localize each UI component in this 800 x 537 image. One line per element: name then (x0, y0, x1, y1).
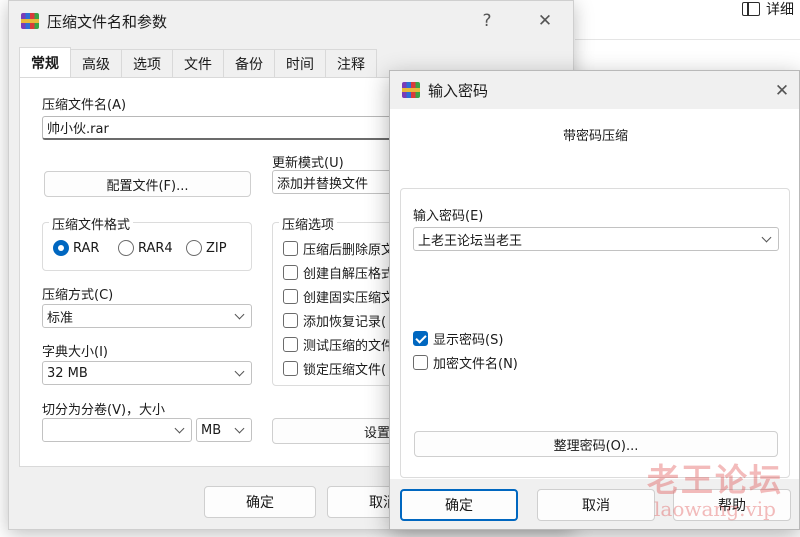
details-button[interactable]: 详细 (742, 0, 794, 18)
sfx-checkbox[interactable]: 创建自解压格式 (283, 263, 394, 282)
tab-general[interactable]: 常规 (19, 47, 71, 77)
split-size-combo[interactable] (42, 418, 192, 442)
method-value: 标准 (47, 310, 74, 326)
password-group: 输入密码(E) 上老王论坛当老王 显示密码(S) 加密文件名(N) 整理密码(O… (400, 188, 790, 478)
tab-advanced[interactable]: 高级 (70, 49, 122, 77)
profiles-button[interactable]: 配置文件(F)... (44, 171, 251, 197)
ok-button[interactable]: 确定 (204, 486, 316, 518)
encrypt-names-label: 加密文件名(N) (433, 357, 518, 372)
solid-label: 创建固实压缩文 (303, 291, 395, 306)
recovery-record-checkbox[interactable]: 添加恢复记录( (283, 311, 386, 330)
checkbox-box (283, 313, 298, 328)
password-input[interactable]: 上老王论坛当老王 (413, 227, 779, 251)
update-mode-label: 更新模式(U) (272, 156, 344, 171)
details-label: 详细 (766, 2, 794, 18)
checkbox-box (283, 241, 298, 256)
solid-checkbox[interactable]: 创建固实压缩文 (283, 287, 394, 306)
options-group-title: 压缩选项 (279, 214, 338, 233)
dict-value: 32 MB (47, 365, 88, 381)
title-bar[interactable]: 压缩文件名和参数 ? ✕ (9, 1, 573, 41)
tab-files[interactable]: 文件 (172, 49, 224, 77)
delete-after-label: 压缩后删除原文 (303, 243, 395, 258)
password-ok-button[interactable]: 确定 (400, 489, 518, 521)
method-select[interactable]: 标准 (42, 304, 252, 328)
dict-label: 字典大小(I) (42, 345, 108, 360)
split-unit-select[interactable]: MB (196, 418, 252, 442)
show-password-label: 显示密码(S) (433, 333, 504, 348)
radio-dot (118, 240, 134, 256)
checkbox-box (283, 265, 298, 280)
archive-name-label: 压缩文件名(A) (42, 98, 127, 113)
lock-archive-label: 锁定压缩文件( (303, 363, 387, 378)
format-zip-label: ZIP (206, 240, 227, 256)
dialog-title: 压缩文件名和参数 (47, 12, 168, 31)
checkbox-box (283, 361, 298, 376)
recovery-record-label: 添加恢复记录( (303, 315, 387, 330)
chevron-down-icon (234, 366, 245, 377)
checkbox-box (413, 355, 428, 370)
password-heading: 带密码压缩 (562, 129, 628, 144)
password-value: 上老王论坛当老王 (418, 233, 523, 249)
winrar-app-icon (21, 13, 39, 29)
password-label: 输入密码(E) (413, 209, 484, 224)
chevron-down-icon (234, 423, 245, 434)
tab-backup[interactable]: 备份 (223, 49, 275, 77)
tab-time[interactable]: 时间 (274, 49, 326, 77)
lock-archive-checkbox[interactable]: 锁定压缩文件( (283, 359, 386, 378)
format-rar4-radio[interactable]: RAR4 (118, 240, 173, 256)
details-pane-icon (742, 2, 760, 16)
tab-strip: 常规 高级 选项 文件 备份 时间 注释 (19, 47, 377, 77)
format-zip-radio[interactable]: ZIP (186, 240, 227, 256)
show-password-checkbox[interactable]: 显示密码(S) (413, 329, 503, 348)
archive-name-value: 帅小伙.rar (47, 122, 109, 137)
format-rar-radio[interactable]: RAR (53, 240, 99, 256)
tab-options[interactable]: 选项 (121, 49, 173, 77)
checkbox-checked (413, 331, 428, 346)
winrar-app-icon (402, 82, 420, 98)
update-mode-value: 添加并替换文件 (277, 176, 369, 192)
delete-after-checkbox[interactable]: 压缩后删除原文 (283, 239, 394, 258)
checkbox-box (283, 289, 298, 304)
tab-comment[interactable]: 注释 (325, 49, 377, 77)
chevron-down-icon (174, 423, 185, 434)
format-rar-label: RAR (73, 240, 100, 256)
checkbox-box (283, 337, 298, 352)
test-files-label: 测试压缩的文件 (303, 339, 395, 354)
radio-dot (186, 240, 202, 256)
password-title-bar[interactable]: 输入密码 ✕ (390, 71, 799, 109)
split-label: 切分为分卷(V)，大小 (42, 403, 166, 418)
password-cancel-button[interactable]: 取消 (537, 489, 655, 521)
split-unit-value: MB (201, 422, 222, 438)
radio-dot (53, 240, 69, 256)
password-help-button[interactable]: 帮助 (673, 489, 791, 521)
password-dialog-title: 输入密码 (428, 81, 489, 100)
chevron-down-icon (761, 232, 772, 243)
chevron-down-icon (234, 309, 245, 320)
close-icon[interactable]: ✕ (770, 79, 794, 103)
format-group-title: 压缩文件格式 (49, 214, 134, 233)
password-dialog: 输入密码 ✕ 带密码压缩 输入密码(E) 上老王论坛当老王 显示密码(S) 加密… (389, 70, 800, 530)
close-icon[interactable]: ✕ (533, 9, 557, 33)
format-rar4-label: RAR4 (138, 240, 173, 256)
organize-passwords-button[interactable]: 整理密码(O)... (414, 431, 778, 457)
help-icon[interactable]: ? (475, 9, 499, 33)
sfx-label: 创建自解压格式 (303, 267, 395, 282)
encrypt-names-checkbox[interactable]: 加密文件名(N) (413, 353, 518, 372)
dict-select[interactable]: 32 MB (42, 361, 252, 385)
method-label: 压缩方式(C) (42, 288, 114, 303)
background-toolbar: 详细 (575, 0, 800, 40)
format-group: 压缩文件格式 RAR RAR4 ZIP (42, 214, 252, 271)
test-files-checkbox[interactable]: 测试压缩的文件 (283, 335, 394, 354)
